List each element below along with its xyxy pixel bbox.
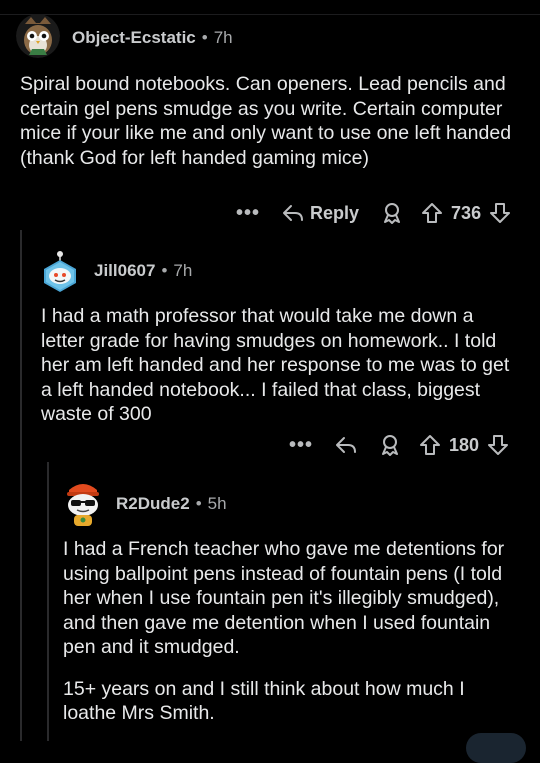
comment-body: I had a math professor that would take m… [41,304,519,427]
comment-actions: ••• 180 [289,433,509,457]
award-icon [382,435,399,456]
avatar[interactable] [16,14,60,58]
reply-icon [283,205,304,221]
comment-paragraph: I had a math professor that would take m… [41,305,510,425]
upvote-icon [420,435,441,455]
thread-line-2[interactable] [47,462,49,741]
more-options-button[interactable]: ••• [289,434,313,457]
more-options-button[interactable]: ••• [236,202,260,225]
author-name[interactable]: R2Dude2 [116,494,190,514]
downvote-button[interactable] [487,434,509,456]
reply-icon [336,437,357,453]
comment-meta: R2Dude2 • 5h [116,494,227,514]
award-icon [384,203,401,224]
comment-body: I had a French teacher who gave me deten… [63,537,523,726]
thread-line-1[interactable] [20,230,22,741]
downvote-icon [490,203,511,223]
timestamp: 5h [207,494,227,513]
avatar[interactable] [61,478,105,526]
comment-actions: ••• Reply 736 [236,201,511,225]
reply-label: Reply [310,202,360,223]
downvote-button[interactable] [489,202,511,224]
comment-paragraph: Spiral bound notebooks. Can openers. Lea… [20,73,512,169]
reply-button[interactable] [335,435,357,455]
owl-avatar-icon [16,14,60,58]
upvote-icon [422,203,443,223]
separator-dot: • [201,28,208,47]
snoo-avatar-icon [44,251,76,292]
top-divider [0,14,540,15]
more-icon: ••• [236,201,261,224]
award-button[interactable] [379,434,401,456]
timestamp: 7h [213,28,233,47]
comment-paragraph: 15+ years on and I still think about how… [63,677,465,725]
vote-count: 736 [451,202,482,223]
partial-button[interactable] [466,733,526,763]
snoo-sunglasses-avatar-icon [67,484,99,526]
comment-meta: Object-Ecstatic • 7h [72,28,233,48]
separator-dot: • [161,261,168,280]
upvote-button[interactable] [421,202,443,224]
upvote-button[interactable] [419,434,441,456]
author-name[interactable]: Object-Ecstatic [72,28,196,48]
avatar[interactable] [40,248,80,292]
reply-button[interactable]: Reply [282,203,359,224]
comment-body: Spiral bound notebooks. Can openers. Lea… [20,72,520,170]
vote-count: 180 [449,434,480,455]
downvote-icon [488,435,509,455]
timestamp: 7h [173,261,193,280]
more-icon: ••• [289,433,314,456]
comment-meta: Jill0607 • 7h [94,261,192,281]
comment-paragraph: I had a French teacher who gave me deten… [63,538,505,658]
award-button[interactable] [381,202,403,224]
author-name[interactable]: Jill0607 [94,261,155,281]
separator-dot: • [195,494,202,513]
